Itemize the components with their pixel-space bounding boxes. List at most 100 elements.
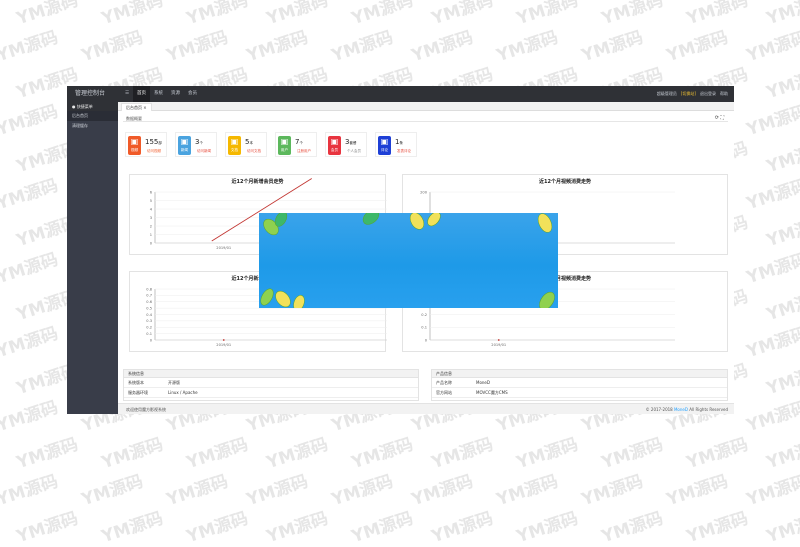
watermark-text: YM源码: [744, 175, 800, 215]
watermark-text: YM源码: [744, 249, 800, 289]
stat-card-icon-label: 文档: [230, 148, 239, 152]
watermark-text: YM源码: [494, 471, 561, 511]
close-icon[interactable]: ×: [143, 105, 146, 110]
y-tick-label: 0.5: [146, 306, 152, 310]
official-site-link[interactable]: MOVCC魔方CMS: [476, 388, 508, 398]
stat-card[interactable]: ▣ 新闻 3个 访问新闻: [175, 132, 217, 157]
top-nav: ☰ 首页 系统 资源 会员: [121, 86, 201, 102]
watermark-text: YM源码: [599, 434, 666, 474]
stat-card[interactable]: ▣ 会员 3套餐 个人会员: [325, 132, 367, 157]
card-glyph-icon: ▣: [130, 137, 139, 146]
stat-card-label: 访问新闻: [197, 149, 211, 153]
nav-home[interactable]: 首页: [133, 86, 151, 102]
admin-name: 超级管理员: [656, 91, 677, 96]
chart-title: 近12个月视频消费走势: [539, 179, 591, 185]
watermark-text: YM源码: [664, 27, 731, 67]
watermark-text: YM源码: [79, 471, 146, 511]
data-point: [222, 339, 225, 341]
watermark-text: YM源码: [579, 27, 646, 67]
y-tick-label: 0.2: [421, 313, 427, 317]
stat-card-number: 7个: [295, 138, 303, 146]
stat-card-number: 1条: [395, 138, 403, 146]
x-tick-label: 2019/01: [216, 246, 231, 250]
stat-card-icon: ▣ 用户: [278, 136, 291, 155]
watermark-text: YM源码: [164, 27, 231, 67]
table-row: 官方网站 MOVCC魔方CMS: [432, 388, 727, 398]
watermark-text: YM源码: [664, 471, 731, 511]
y-tick-label: 0.2: [146, 326, 152, 330]
brand-title: 管理控制台: [75, 90, 106, 97]
stat-card-icon: ▣ 评论: [378, 136, 391, 155]
table-row: 系统版本 开源版: [124, 378, 418, 388]
y-tick-label: 0.3: [146, 319, 152, 323]
watermark-text: YM源码: [764, 212, 800, 252]
nav-member[interactable]: 会员: [184, 86, 201, 102]
fullscreen-icon[interactable]: ⛶: [720, 115, 724, 121]
watermark-text: YM源码: [329, 471, 396, 511]
sidebar: ● 快捷菜单 后台首页 清理缓存: [67, 102, 118, 414]
footer-left: 欢迎使用魔方影视系统: [126, 407, 166, 412]
watermark-text: YM源码: [764, 286, 800, 326]
stat-card-number: 155部: [145, 138, 162, 146]
refresh-icon[interactable]: ⟳: [715, 115, 719, 121]
switch-site-link[interactable]: [切换站]: [681, 86, 696, 102]
y-tick-label: 0: [150, 241, 153, 245]
watermark-text: YM源码: [409, 471, 476, 511]
panel-title: 数据概要: [126, 116, 142, 121]
stat-card-icon-label: 会员: [330, 148, 339, 152]
stat-card-icon: ▣ 新闻: [178, 136, 191, 155]
footer-link[interactable]: MoneD: [674, 407, 688, 412]
watermark-text: YM源码: [329, 27, 396, 67]
chart-title: 近12个月新增会员走势: [231, 179, 284, 185]
stat-card[interactable]: ▣ 评论 1条 发表评论: [375, 132, 417, 157]
watermark-text: YM源码: [494, 27, 561, 67]
watermark-text: YM源码: [0, 175, 61, 215]
y-tick-label: 0.7: [146, 294, 152, 298]
watermark-text: YM源码: [764, 508, 800, 547]
stat-card-label: 访问文档: [247, 149, 261, 153]
card-glyph-icon: ▣: [280, 137, 289, 146]
y-tick-label: 0: [425, 338, 428, 342]
y-tick-label: 0.1: [146, 332, 152, 336]
logout-link[interactable]: 退出登录: [700, 86, 716, 102]
watermark-text: YM源码: [684, 434, 751, 474]
y-tick-label: 0.6: [146, 300, 152, 304]
watermark-text: YM源码: [264, 434, 331, 474]
popup-ad-banner[interactable]: [259, 213, 558, 308]
watermark-text: YM源码: [429, 434, 496, 474]
y-tick-label: 2: [150, 224, 152, 228]
table-row: 服务器环境 Linux / Apache: [124, 388, 418, 398]
tab-home[interactable]: 后台首页 ×: [121, 103, 152, 111]
watermark-text: YM源码: [244, 471, 311, 511]
y-tick-label: 0.1: [421, 326, 427, 330]
stat-card[interactable]: ▣ 文档 5本 访问文档: [225, 132, 267, 157]
watermark-text: YM源码: [514, 434, 581, 474]
watermark-text: YM源码: [764, 434, 800, 474]
nav-system[interactable]: 系统: [150, 86, 167, 102]
y-tick-label: 0: [150, 338, 153, 342]
sidebar-item-home[interactable]: 后台首页: [67, 111, 118, 121]
sidebar-item-clear-cache[interactable]: 清理缓存: [67, 121, 118, 131]
top-right-links: 超级管理员 [切换站] 退出登录 帮助: [657, 86, 728, 102]
watermark-text: YM源码: [349, 508, 416, 547]
product-info-panel: 产品信息 产品名称 MoneD 官方网站 MOVCC魔方CMS: [431, 369, 728, 401]
watermark-text: YM源码: [744, 471, 800, 511]
system-info-title: 系统信息: [124, 370, 418, 378]
sidebar-heading[interactable]: ● 快捷菜单: [67, 102, 118, 111]
stat-cards: ▣ 视频 155部 访问视频 ▣ 新闻 3个 访问新闻 ▣ 文档 5本 访问文档 ▣ 用户 7个 注册用户 ▣ 会…: [125, 132, 417, 157]
stat-card-icon-label: 视频: [130, 148, 139, 152]
stat-card[interactable]: ▣ 视频 155部 访问视频: [125, 132, 167, 157]
watermark-text: YM源码: [744, 101, 800, 141]
data-point: [497, 339, 500, 341]
watermark-text: YM源码: [579, 471, 646, 511]
menu-toggle-icon[interactable]: ☰: [121, 86, 133, 102]
watermark-text: YM源码: [79, 27, 146, 67]
y-tick-label: 6: [150, 190, 153, 194]
stat-card[interactable]: ▣ 用户 7个 注册用户: [275, 132, 317, 157]
stat-card-number: 3套餐: [345, 138, 357, 146]
watermark-text: YM源码: [14, 434, 81, 474]
help-link[interactable]: 帮助: [720, 86, 728, 102]
y-tick-label: 1: [150, 233, 152, 237]
nav-resource[interactable]: 资源: [167, 86, 184, 102]
watermark-text: YM源码: [99, 508, 166, 547]
